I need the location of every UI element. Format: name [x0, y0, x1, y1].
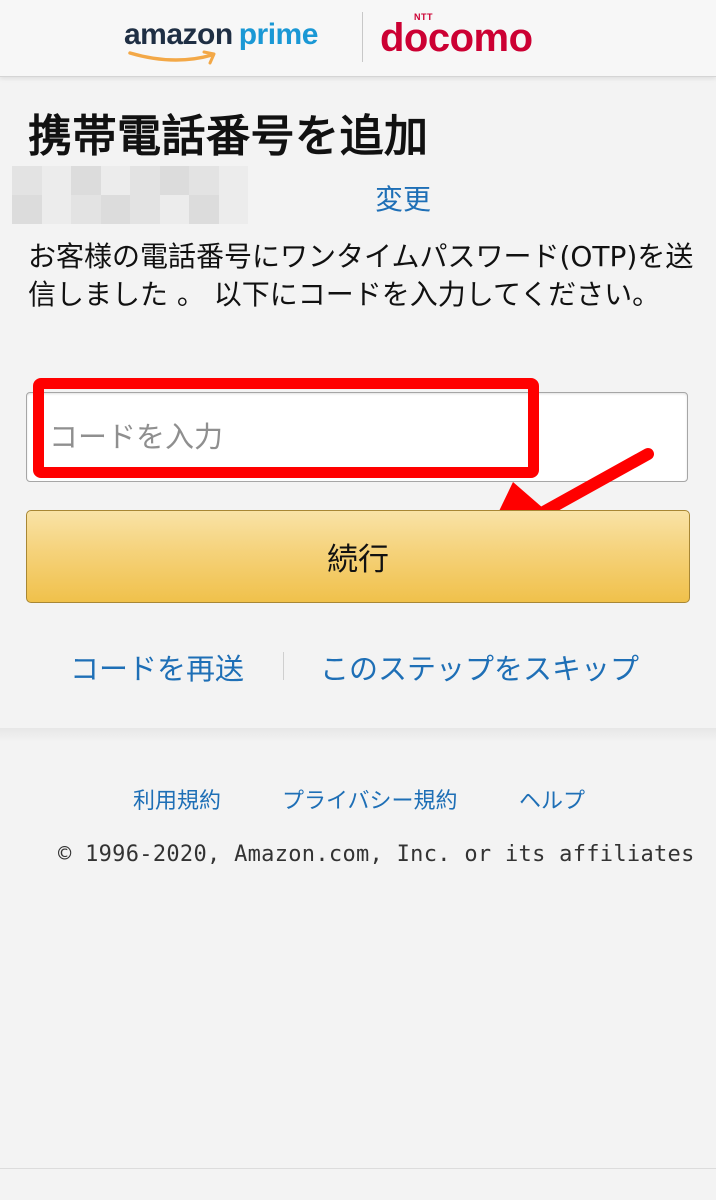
resend-code-link[interactable]: コードを再送 — [70, 646, 244, 688]
footer-link-privacy[interactable]: プライバシー規約 — [282, 783, 458, 815]
footer-link-terms[interactable]: 利用規約 — [133, 783, 221, 815]
link-separator — [283, 652, 284, 680]
prime-logo-word: prime — [238, 18, 319, 51]
skip-step-link[interactable]: このステップをスキップ — [320, 646, 639, 688]
bottom-divider — [0, 1168, 716, 1169]
page-title: 携帯電話番号を追加 — [28, 111, 429, 162]
copyright-text: © 1996-2020, Amazon.com, Inc. or its aff… — [58, 842, 695, 867]
docomo-logo-word: docomo — [380, 16, 533, 60]
amazon-prime-logo: amazon prime — [124, 10, 346, 66]
continue-button[interactable]: 続行 — [26, 510, 690, 603]
docomo-logo: NTT docomo — [380, 8, 570, 64]
footer-link-help[interactable]: ヘルプ — [519, 783, 585, 815]
change-phone-link[interactable]: 変更 — [375, 178, 431, 218]
otp-code-input[interactable] — [26, 392, 688, 482]
masked-phone-number — [12, 166, 248, 224]
amazon-smile-icon — [128, 50, 216, 65]
otp-description: お客様の電話番号にワンタイムパスワード(OTP)を送信しました 。 以下にコード… — [28, 240, 694, 311]
amazon-logo-word: amazon — [124, 18, 233, 51]
logo-divider — [362, 12, 363, 62]
header-bar: amazon prime NTT docomo — [0, 0, 716, 77]
footer-divider — [0, 728, 716, 742]
